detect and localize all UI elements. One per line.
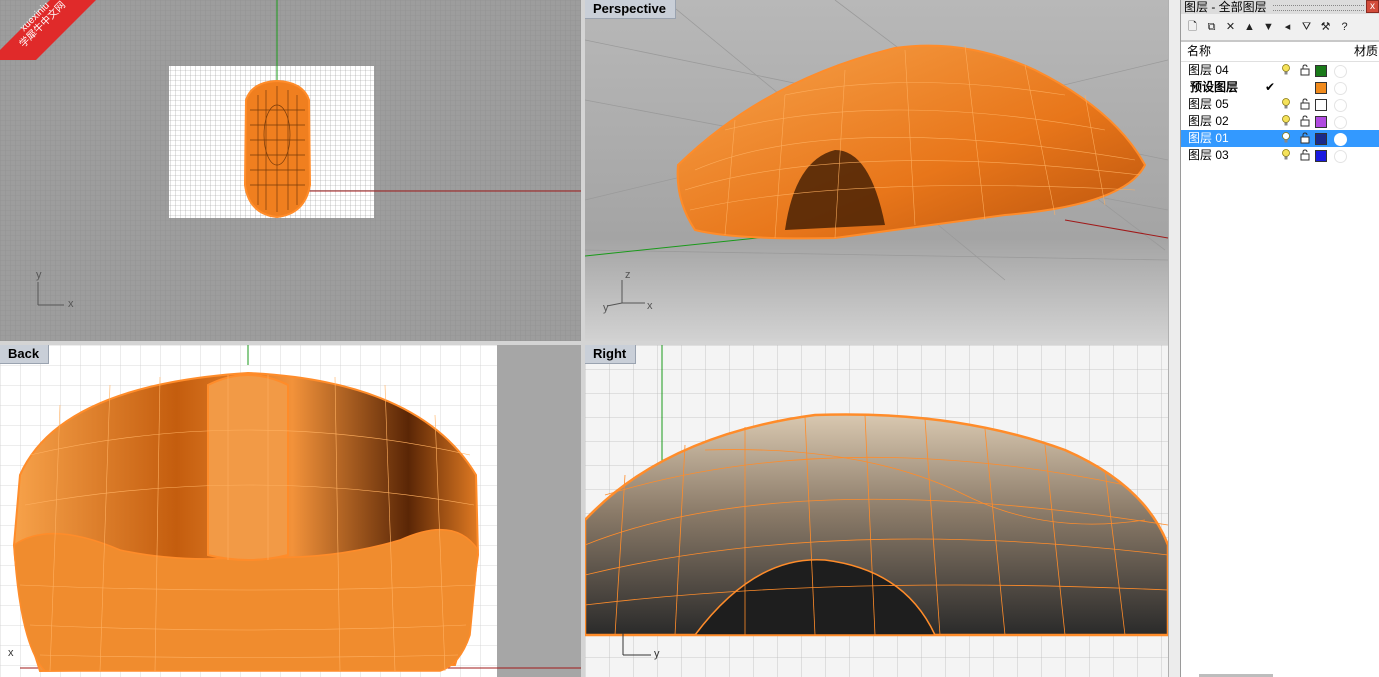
move-up-icon[interactable]: ▲ <box>1240 18 1259 36</box>
back-axis-x: x <box>8 647 14 659</box>
lock-icon[interactable] <box>1300 64 1310 76</box>
layer-name[interactable]: 图层 05 <box>1188 96 1229 113</box>
viewport-label-back[interactable]: Back <box>0 345 50 364</box>
perspective-axis-y: y <box>603 302 609 314</box>
layer-row[interactable]: 图层 03 <box>1181 147 1379 164</box>
layer-name[interactable]: 图层 01 <box>1188 130 1229 147</box>
lock-icon[interactable] <box>1300 98 1310 110</box>
layer-list-header: 名称 材质 <box>1181 42 1379 62</box>
right-view-canvas: y <box>585 345 1168 677</box>
lightbulb-icon[interactable] <box>1282 98 1290 110</box>
material-icon[interactable] <box>1334 133 1347 146</box>
lightbulb-icon[interactable] <box>1282 115 1290 127</box>
layer-color-swatch[interactable] <box>1315 116 1327 128</box>
viewport-splitter-horizontal[interactable] <box>0 341 1168 345</box>
layer-color-swatch[interactable] <box>1315 150 1327 162</box>
delete-icon[interactable]: ✕ <box>1221 18 1240 36</box>
top-axis-x: x <box>68 298 74 310</box>
layer-row[interactable]: 图层 05 <box>1181 96 1379 113</box>
layer-row[interactable]: 图层 02 <box>1181 113 1379 130</box>
viewport-perspective[interactable]: z x y Perspective <box>585 0 1168 341</box>
perspective-axis-z: z <box>625 269 631 281</box>
layer-row[interactable]: 图层 04 <box>1181 62 1379 79</box>
lightbulb-icon[interactable] <box>1282 132 1290 144</box>
lightbulb-icon[interactable] <box>1282 149 1290 161</box>
move-left-icon[interactable]: ◂ <box>1278 18 1297 36</box>
material-icon[interactable] <box>1334 82 1347 95</box>
perspective-view-canvas: z x y <box>585 0 1168 341</box>
layer-name[interactable]: 预设图层 <box>1190 79 1238 96</box>
layer-row[interactable]: 图层 01 <box>1181 130 1379 147</box>
mouse-top-outline <box>243 79 312 219</box>
lightbulb-icon[interactable] <box>1282 64 1290 76</box>
back-view-canvas: x <box>0 345 581 677</box>
close-icon[interactable]: x <box>1366 0 1379 13</box>
viewport-top[interactable]: y x xuexiniu 学犀牛中文网 <box>0 0 581 341</box>
layer-rows: 图层 04 预设图层 ✔ 图层 05 图层 02 图层 01 图层 03 <box>1181 62 1379 164</box>
viewport-right[interactable]: y Right <box>585 345 1168 677</box>
layer-name[interactable]: 图层 02 <box>1188 113 1229 130</box>
layer-row[interactable]: 预设图层 ✔ <box>1181 79 1379 96</box>
layer-color-swatch[interactable] <box>1315 99 1327 111</box>
tools-icon[interactable]: ⚒ <box>1316 18 1335 36</box>
material-icon[interactable] <box>1334 150 1347 163</box>
viewport-label-right[interactable]: Right <box>585 345 637 364</box>
layer-panel-title: 图层 - 全部图层 <box>1184 0 1267 14</box>
layer-panel: 图层 - 全部图层 x 🗋 ⧉ ✕ ▲ ▼ ◂ ⛛ ⚒? 名称 材质 图层 04 预设图层 ✔ 图层… <box>1180 0 1379 677</box>
new-layer-icon[interactable]: 🗋 <box>1183 18 1202 36</box>
layer-name[interactable]: 图层 03 <box>1188 147 1229 164</box>
viewport-label-perspective[interactable]: Perspective <box>585 0 676 19</box>
material-icon[interactable] <box>1334 116 1347 129</box>
layer-color-swatch[interactable] <box>1315 133 1327 145</box>
filter-icon[interactable]: ⛛ <box>1297 18 1316 36</box>
lock-icon[interactable] <box>1300 149 1310 161</box>
top-axis-y: y <box>36 269 42 281</box>
layer-toolbar: 🗋 ⧉ ✕ ▲ ▼ ◂ ⛛ ⚒? <box>1181 14 1379 41</box>
current-layer-check-icon: ✔ <box>1265 80 1276 94</box>
column-name[interactable]: 名称 <box>1187 42 1211 61</box>
layer-panel-titlebar[interactable]: 图层 - 全部图层 x <box>1181 0 1379 14</box>
layer-color-swatch[interactable] <box>1315 65 1327 77</box>
help-icon[interactable]: ? <box>1335 18 1354 36</box>
layer-list: 名称 材质 图层 04 预设图层 ✔ 图层 05 图层 02 图层 01 图层 03 <box>1181 41 1379 677</box>
layer-color-swatch[interactable] <box>1315 82 1327 94</box>
move-down-icon[interactable]: ▼ <box>1259 18 1278 36</box>
lock-icon[interactable] <box>1300 115 1310 127</box>
layer-name[interactable]: 图层 04 <box>1188 62 1229 79</box>
column-material[interactable]: 材质 <box>1354 42 1378 61</box>
viewport-splitter-vertical[interactable] <box>581 0 585 677</box>
viewport-back[interactable]: x Back <box>0 345 581 677</box>
material-icon[interactable] <box>1334 65 1347 78</box>
new-sublayer-icon[interactable]: ⧉ <box>1202 18 1221 36</box>
material-icon[interactable] <box>1334 99 1347 112</box>
perspective-axis-x: x <box>647 300 653 312</box>
titlebar-grip[interactable] <box>1273 5 1364 11</box>
lock-icon[interactable] <box>1300 132 1310 144</box>
right-axis-y: y <box>654 648 660 660</box>
